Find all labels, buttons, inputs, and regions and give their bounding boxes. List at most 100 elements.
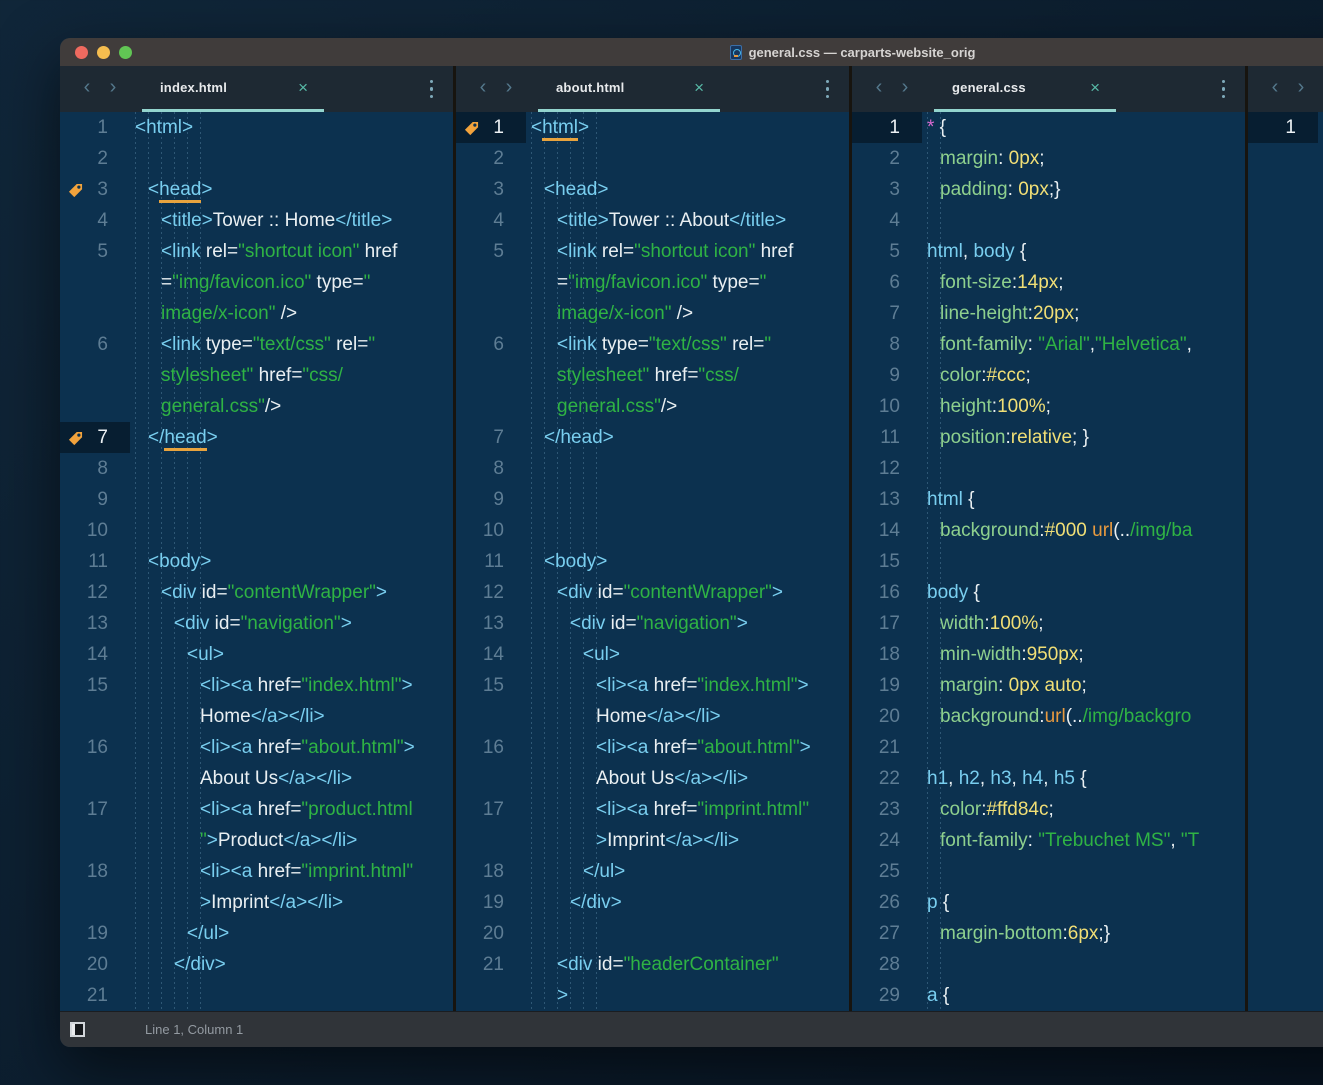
- code-line[interactable]: ="img/favicon.ico" type=": [60, 267, 453, 298]
- line-number[interactable]: 12: [60, 577, 130, 608]
- code-line[interactable]: 11position:relative; }: [852, 422, 1245, 453]
- code-line[interactable]: 11<body>: [60, 546, 453, 577]
- code-line[interactable]: ">Product</a></li>: [60, 825, 453, 856]
- line-number[interactable]: [456, 825, 526, 856]
- line-number[interactable]: 10: [60, 515, 130, 546]
- close-window-button[interactable]: [75, 46, 88, 59]
- code-line[interactable]: 24font-family: "Trebuchet MS", "T: [852, 825, 1245, 856]
- line-number[interactable]: 19: [852, 670, 922, 701]
- line-number[interactable]: 1: [1248, 112, 1318, 143]
- line-number[interactable]: 12: [456, 577, 526, 608]
- code-line[interactable]: 2: [60, 143, 453, 174]
- line-number[interactable]: 9: [60, 484, 130, 515]
- code-line[interactable]: 14<ul>: [456, 639, 849, 670]
- code-line[interactable]: 17width:100%;: [852, 608, 1245, 639]
- code-line[interactable]: 20</div>: [60, 949, 453, 980]
- code-line[interactable]: 19</ul>: [60, 918, 453, 949]
- code-line[interactable]: 8: [456, 453, 849, 484]
- code-editor[interactable]: 1: [1248, 112, 1323, 1011]
- code-line[interactable]: >Imprint</a></li>: [456, 825, 849, 856]
- code-line[interactable]: 10height:100%;: [852, 391, 1245, 422]
- line-number[interactable]: [456, 360, 526, 391]
- line-number[interactable]: [456, 980, 526, 1011]
- code-line[interactable]: 4: [852, 205, 1245, 236]
- code-line[interactable]: Home</a></li>: [60, 701, 453, 732]
- code-line[interactable]: 15: [852, 546, 1245, 577]
- code-line[interactable]: 14background:#000 url(../img/ba: [852, 515, 1245, 546]
- code-line[interactable]: 13html {: [852, 484, 1245, 515]
- code-line[interactable]: 8: [60, 453, 453, 484]
- line-number[interactable]: 7: [852, 298, 922, 329]
- sidebar-toggle-icon[interactable]: [70, 1022, 85, 1037]
- line-number[interactable]: 4: [60, 205, 130, 236]
- code-line[interactable]: image/x-icon" />: [60, 298, 453, 329]
- code-line[interactable]: 16<li><a href="about.html">: [456, 732, 849, 763]
- code-line[interactable]: 20background:url(../img/backgro: [852, 701, 1245, 732]
- code-line[interactable]: general.css"/>: [456, 391, 849, 422]
- pane-options-icon[interactable]: [822, 76, 834, 103]
- line-number[interactable]: 2: [60, 143, 130, 174]
- line-number[interactable]: 1: [852, 112, 922, 143]
- line-number[interactable]: 14: [456, 639, 526, 670]
- tab-close-icon[interactable]: ×: [1090, 79, 1100, 96]
- code-line[interactable]: 12<div id="contentWrapper">: [60, 577, 453, 608]
- line-number[interactable]: [60, 298, 130, 329]
- code-line[interactable]: 7line-height:20px;: [852, 298, 1245, 329]
- line-number[interactable]: [60, 360, 130, 391]
- line-number[interactable]: 8: [852, 329, 922, 360]
- code-line[interactable]: 19margin: 0px auto;: [852, 670, 1245, 701]
- code-line[interactable]: 29a {: [852, 980, 1245, 1011]
- code-line[interactable]: 26p {: [852, 887, 1245, 918]
- line-number[interactable]: 6: [456, 329, 526, 360]
- code-line[interactable]: Home</a></li>: [456, 701, 849, 732]
- code-line[interactable]: 16body {: [852, 577, 1245, 608]
- line-number[interactable]: 9: [852, 360, 922, 391]
- line-number[interactable]: [60, 391, 130, 422]
- code-line[interactable]: 4<title>Tower :: About</title>: [456, 205, 849, 236]
- line-number[interactable]: 20: [852, 701, 922, 732]
- code-line[interactable]: 5<link rel="shortcut icon" href: [60, 236, 453, 267]
- line-number[interactable]: [60, 267, 130, 298]
- line-number[interactable]: 14: [60, 639, 130, 670]
- line-number[interactable]: 21: [60, 980, 130, 1011]
- tab-general-css[interactable]: general.css ×: [934, 66, 1116, 112]
- line-number[interactable]: 20: [60, 949, 130, 980]
- line-number[interactable]: 20: [456, 918, 526, 949]
- line-number[interactable]: 19: [456, 887, 526, 918]
- code-line[interactable]: 20: [456, 918, 849, 949]
- line-number[interactable]: 3: [456, 174, 526, 205]
- line-number[interactable]: 16: [456, 732, 526, 763]
- line-number[interactable]: [60, 887, 130, 918]
- line-number[interactable]: [456, 701, 526, 732]
- line-number[interactable]: 17: [60, 794, 130, 825]
- code-line[interactable]: 16<li><a href="about.html">: [60, 732, 453, 763]
- line-number[interactable]: 12: [852, 453, 922, 484]
- tab-close-icon[interactable]: ×: [298, 79, 308, 96]
- line-number[interactable]: [456, 298, 526, 329]
- line-number[interactable]: 21: [456, 949, 526, 980]
- line-number[interactable]: 5: [60, 236, 130, 267]
- pane-options-icon[interactable]: [426, 76, 438, 103]
- line-number[interactable]: 6: [60, 329, 130, 360]
- code-line[interactable]: 5html, body {: [852, 236, 1245, 267]
- code-line[interactable]: 1* {: [852, 112, 1245, 143]
- line-number[interactable]: 17: [456, 794, 526, 825]
- line-number[interactable]: 13: [60, 608, 130, 639]
- code-line[interactable]: 18min-width:950px;: [852, 639, 1245, 670]
- tab-index-html[interactable]: index.html ×: [142, 66, 324, 112]
- line-number[interactable]: 11: [456, 546, 526, 577]
- code-line[interactable]: 11<body>: [456, 546, 849, 577]
- code-line[interactable]: 14<ul>: [60, 639, 453, 670]
- line-number[interactable]: 11: [60, 546, 130, 577]
- line-number[interactable]: 7: [60, 422, 130, 453]
- code-line[interactable]: 15<li><a href="index.html">: [60, 670, 453, 701]
- title-bar[interactable]: general.css — carparts-website_orig: [60, 38, 1323, 66]
- line-number[interactable]: 27: [852, 918, 922, 949]
- line-number[interactable]: [60, 825, 130, 856]
- line-number[interactable]: 17: [852, 608, 922, 639]
- code-line[interactable]: 12: [852, 453, 1245, 484]
- line-number[interactable]: 26: [852, 887, 922, 918]
- line-number[interactable]: 10: [852, 391, 922, 422]
- tab-close-icon[interactable]: ×: [694, 79, 704, 96]
- code-line[interactable]: 9: [456, 484, 849, 515]
